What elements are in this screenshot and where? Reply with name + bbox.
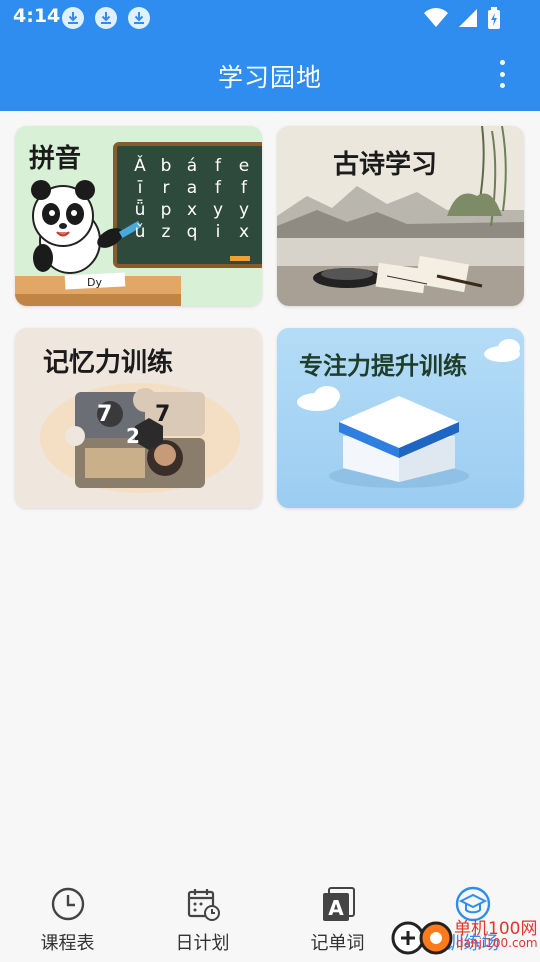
card-memory-training[interactable]: 记忆力训练 7 2 7 [15,328,262,508]
board-letter: ǔ [134,222,146,242]
board-letter: i [215,222,221,242]
nav-label: 记单词 [310,933,365,954]
puzzle-number: 7 [97,402,113,427]
download-icon [128,7,150,29]
app-bar: 学习园地 [0,36,540,111]
clock-icon [51,887,84,921]
wifi-icon [424,8,448,27]
board-letter: p [160,200,172,220]
calendar-icon [187,889,220,921]
status-time: 4:14 [13,5,61,27]
card-pinyin[interactable]: 拼音 Ǎ b á f e ī r a f f ǖ p x y y ǔ z q i… [15,126,262,306]
board-letter: Ǎ [134,156,146,176]
card-title: 古诗学习 [333,150,438,180]
board-letter: y [212,200,224,220]
board-letter: x [186,200,198,220]
watermark-logo-icon [391,921,453,955]
watermark: 单机100网 danji100.com [390,888,540,960]
card-focus-training[interactable]: 专注力提升训练 [277,328,524,508]
nav-item-daily-plan[interactable]: 日计划 [135,872,270,960]
board-letter: ī [137,178,143,198]
board-letter: e [238,156,250,176]
watermark-domain: danji100.com [456,936,538,950]
board-letter: r [162,178,170,198]
board-letter: f [215,178,221,198]
board-letter: ǖ [134,200,146,220]
dot [499,71,505,77]
board-letter: f [241,178,247,198]
card-title: 记忆力训练 [43,348,174,378]
cellular-signal-icon [459,9,477,27]
download-icon [95,7,117,29]
board-letter: z [161,222,171,242]
svg-text:A: A [328,896,344,920]
battery-icon [488,7,500,29]
nav-item-schedule[interactable]: 课程表 [0,872,135,960]
puzzle-number: 7 [155,402,171,427]
letter-a-icon: A [322,887,355,921]
nav-item-vocabulary[interactable]: A 记单词 [270,872,405,960]
board-letter: b [160,156,172,176]
dot [499,83,505,88]
card-title: 拼音 [29,144,82,174]
board-letter: y [238,200,250,220]
board-letter: q [186,222,198,242]
board-letter: a [186,178,198,198]
overflow-menu-button[interactable] [494,60,510,88]
nav-label: 日计划 [175,933,230,954]
paper-text: Dy [87,276,102,289]
board-letter: á [186,156,198,176]
puzzle-number: 2 [126,424,140,448]
download-icon [62,7,84,29]
board-letter: f [215,156,221,176]
card-ancient-poetry[interactable]: 古诗学习 [277,126,524,306]
blackboard-letters: Ǎ b á f e ī r a f f ǖ p x y y ǔ z q i x [127,156,257,242]
dot [499,60,505,65]
nav-label: 课程表 [40,933,95,954]
status-bar: 4:14 [0,0,540,36]
board-letter: x [238,222,250,242]
page-title: 学习园地 [217,63,322,92]
card-title: 专注力提升训练 [299,351,467,380]
